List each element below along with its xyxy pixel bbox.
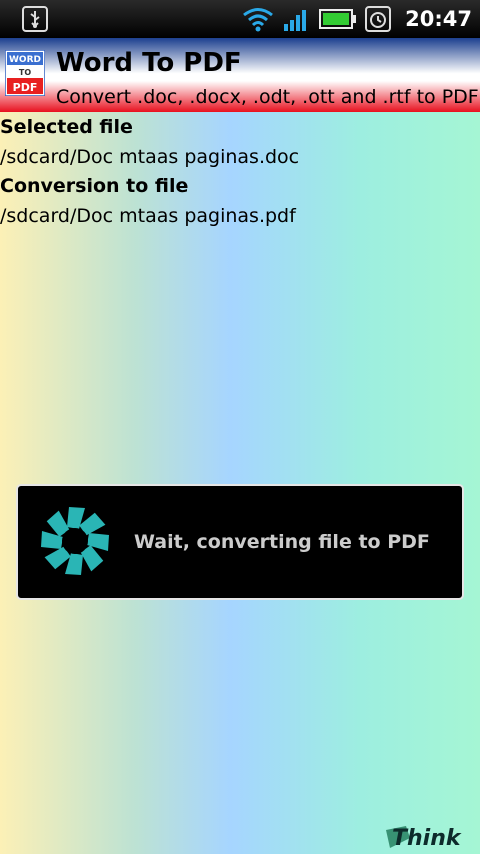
spinner-icon [41, 507, 109, 575]
app-icon-pdf: PDF [13, 81, 38, 94]
app-title-bar: WORD TO PDF Word To PDF Convert .doc, .d… [0, 38, 480, 112]
status-bar: 20:47 [0, 0, 480, 38]
alarm-icon [365, 6, 392, 32]
signal-icon [284, 10, 307, 31]
conversion-file-label: Conversion to file [0, 175, 189, 197]
conversion-file-path: /sdcard/Doc mtaas paginas.pdf [0, 205, 296, 227]
clock: 20:47 [405, 7, 472, 31]
progress-dialog: Wait, converting file to PDF [16, 484, 464, 600]
status-icons: 20:47 [241, 0, 472, 38]
app-icon-word: WORD [9, 55, 41, 65]
battery-icon [319, 9, 357, 29]
selected-file-label: Selected file [0, 116, 133, 138]
logo-text: Think [392, 826, 461, 851]
selected-file-path: /sdcard/Doc mtaas paginas.doc [0, 146, 300, 168]
main-content: Selected file /sdcard/Doc mtaas paginas.… [0, 112, 480, 854]
wifi-icon [243, 8, 274, 32]
think-logo: Think [384, 824, 470, 852]
app-subtitle: Convert .doc, .docx, .odt, .ott and .rtf… [56, 86, 479, 108]
app-icon-to: TO [19, 68, 31, 77]
progress-message: Wait, converting file to PDF [134, 531, 430, 553]
usb-icon [22, 6, 48, 32]
word-to-pdf-app-icon: WORD TO PDF [5, 50, 45, 96]
app-title: Word To PDF [56, 48, 242, 78]
